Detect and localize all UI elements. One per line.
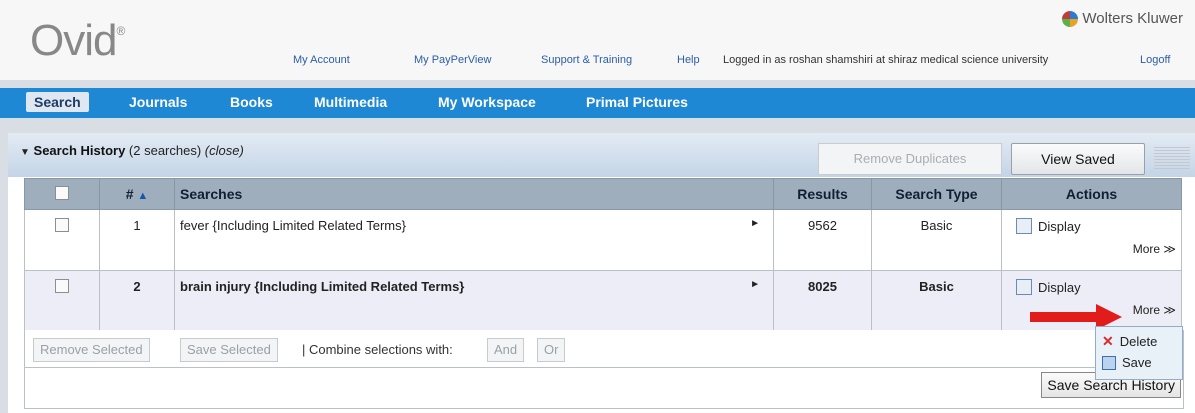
tab-journals[interactable]: Journals [129, 94, 187, 110]
my-payperview-link[interactable]: My PayPerView [414, 54, 491, 66]
help-link[interactable]: Help [677, 54, 700, 66]
search-history-header: ▼ Search History (2 searches) (close) Re… [8, 133, 1195, 177]
expand-arrow-icon[interactable]: ► [750, 218, 760, 229]
display-button[interactable]: Display [1016, 279, 1180, 295]
row-number: 1 [99, 209, 175, 271]
table-row: 2 brain injury {Including Limited Relate… [24, 270, 1182, 332]
save-history-bar: Save Search History [24, 368, 1184, 409]
combine-or-button[interactable]: Or [537, 338, 566, 362]
display-icon [1016, 218, 1032, 234]
search-query[interactable]: brain injury {Including Limited Related … [180, 279, 464, 294]
tab-multimedia[interactable]: Multimedia [314, 94, 387, 110]
sort-up-icon: ▲ [137, 190, 149, 202]
remove-duplicates-button[interactable]: Remove Duplicates [818, 143, 1002, 175]
search-type: Basic [871, 270, 1002, 332]
save-menu-item[interactable]: Save [1102, 355, 1152, 370]
results-column-header: Results [773, 178, 872, 210]
view-saved-button[interactable]: View Saved [1011, 143, 1145, 175]
searches-column-header: Searches [174, 178, 774, 210]
close-history-link[interactable]: (close) [205, 143, 244, 158]
result-count: 9562 [773, 209, 872, 271]
more-link[interactable]: More ≫ [1016, 242, 1180, 256]
expand-arrow-icon[interactable]: ► [750, 279, 760, 290]
resize-grip-icon[interactable] [1154, 147, 1190, 169]
collapse-triangle-icon[interactable]: ▼ [20, 147, 30, 158]
search-type: Basic [871, 209, 1002, 271]
delete-x-icon: ✕ [1102, 333, 1114, 349]
display-button[interactable]: Display [1016, 218, 1180, 234]
row-number: 2 [99, 270, 175, 332]
wolters-kluwer-logo: Wolters Kluwer [1062, 10, 1183, 27]
combine-and-button[interactable]: And [487, 338, 525, 362]
support-training-link[interactable]: Support & Training [541, 54, 632, 66]
display-icon [1016, 279, 1032, 295]
tab-search[interactable]: Search [26, 92, 89, 112]
tab-my-workspace[interactable]: My Workspace [438, 94, 536, 110]
table-row: 1 fever {Including Limited Related Terms… [24, 209, 1182, 271]
search-history-panel: ▼ Search History (2 searches) (close) Re… [8, 133, 1195, 413]
search-history-table: # ▲ Searches Results Search Type Actions… [24, 178, 1182, 332]
remove-selected-button[interactable]: Remove Selected [33, 338, 150, 362]
save-disk-icon [1102, 355, 1116, 370]
more-actions-menu: ✕ Delete Save [1095, 326, 1183, 380]
combine-label: | Combine selections with: [302, 342, 453, 357]
delete-menu-item[interactable]: ✕ Delete [1102, 333, 1157, 350]
num-column-header[interactable]: # ▲ [99, 178, 175, 210]
header: Ovid® Wolters Kluwer My Account My PayPe… [0, 0, 1195, 80]
my-account-link[interactable]: My Account [293, 54, 350, 66]
search-type-column-header: Search Type [871, 178, 1002, 210]
search-history-title: Search History [33, 143, 126, 158]
actions-column-header: Actions [1001, 178, 1182, 210]
search-query[interactable]: fever {Including Limited Related Terms} [180, 218, 406, 233]
row-checkbox[interactable] [55, 279, 69, 293]
logoff-link[interactable]: Logoff [1140, 54, 1170, 66]
row-checkbox[interactable] [55, 218, 69, 232]
tab-books[interactable]: Books [230, 94, 273, 110]
search-count: (2 searches) [128, 143, 202, 158]
wolters-kluwer-icon [1062, 10, 1079, 27]
tab-primal-pictures[interactable]: Primal Pictures [586, 94, 688, 110]
select-all-checkbox[interactable] [55, 185, 69, 200]
login-status: Logged in as roshan shamshiri at shiraz … [723, 54, 1049, 66]
selection-actions-bar: Remove Selected Save Selected | Combine … [24, 330, 1184, 368]
main-nav: Search Journals Books Multimedia My Work… [0, 88, 1195, 118]
table-header-row: # ▲ Searches Results Search Type Actions [24, 178, 1182, 210]
result-count: 8025 [773, 270, 872, 332]
save-selected-button[interactable]: Save Selected [180, 338, 278, 362]
